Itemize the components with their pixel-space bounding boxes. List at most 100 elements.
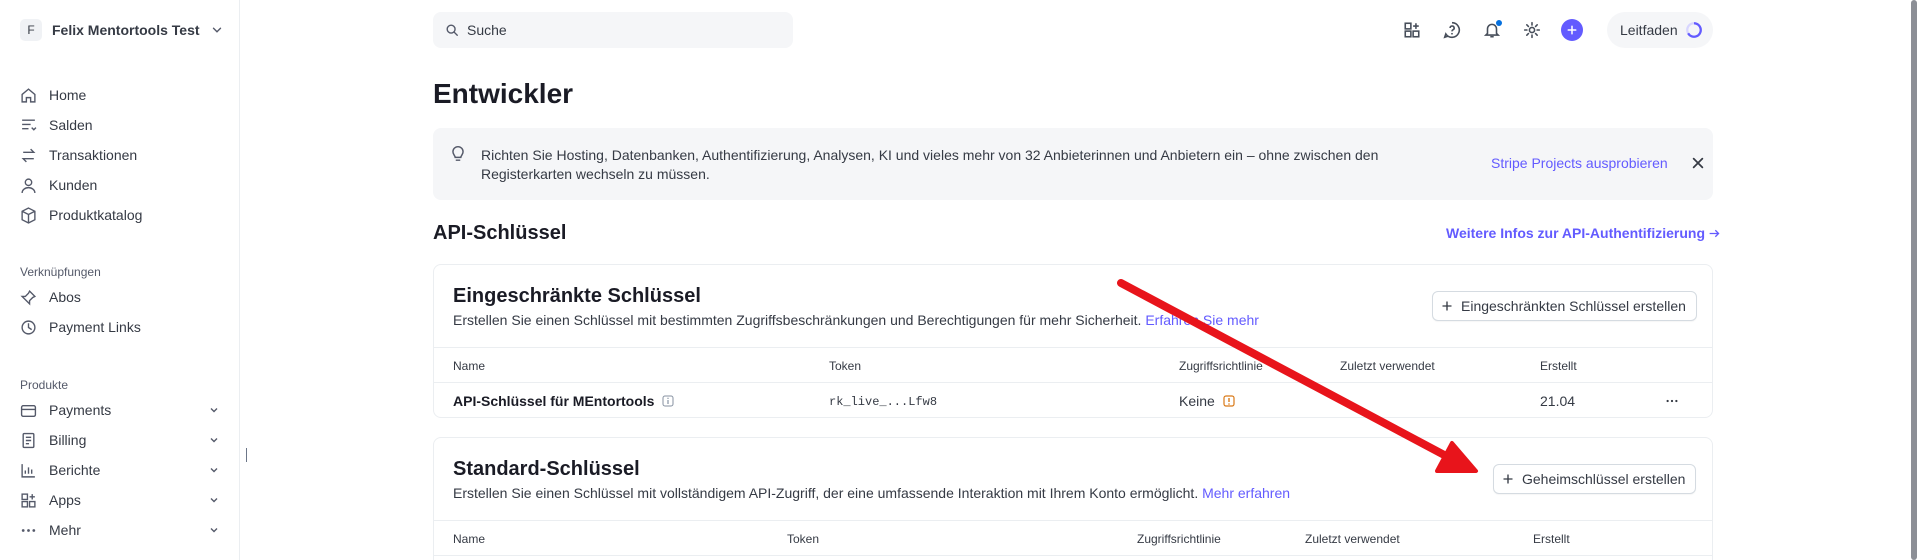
settings-button[interactable] [1520,18,1544,42]
sidebar-item-apps[interactable]: Apps [20,485,220,515]
arrow-right-icon [1709,229,1720,237]
more-horizontal-icon [1666,399,1678,403]
created-cell: 21.04 [1540,393,1576,409]
clock-icon [21,319,36,335]
promo-banner: Richten Sie Hosting, Datenbanken, Authen… [433,128,1713,200]
column-header-last-used[interactable]: Zuletzt verwendet [1305,532,1400,546]
more-dots-icon [21,528,36,532]
sidebar-item-label: Salden [49,117,93,133]
chevron-down-icon [210,498,218,503]
learn-more-link[interactable]: Erfahren Sie mehr [1145,312,1259,328]
products-nav: Produkte Payments Billing Berichte Apps … [20,375,220,545]
sidebar-item-label: Abos [49,289,81,305]
account-name: Felix Mentortools Test [52,22,200,38]
reports-icon [21,463,35,478]
sidebar-item-label: Apps [49,492,81,508]
sidebar-item-label: Payments [49,402,112,418]
product-catalog-icon [21,206,36,224]
card-title: Eingeschränkte Schlüssel [453,285,701,307]
scrollbar-thumb[interactable] [1911,0,1917,560]
chevron-down-icon [210,438,218,443]
sidebar: F Felix Mentortools Test Home Salden Tra… [0,0,240,560]
plus-icon [1503,474,1513,484]
policy-cell: Keine [1179,393,1235,409]
apps-icon [21,492,36,508]
table-header: Name Token Zugriffsrichtlinie Zuletzt ve… [434,347,1712,383]
card-description-text: Erstellen Sie einen Schlüssel mit vollst… [453,485,1199,501]
create-button[interactable] [1560,18,1584,42]
sidebar-item-mehr[interactable]: Mehr [20,515,220,545]
info-icon[interactable] [662,395,674,407]
create-restricted-key-button[interactable]: Eingeschränkten Schlüssel erstellen [1432,291,1697,321]
payments-icon [20,404,37,417]
sidebar-item-kunden[interactable]: Kunden [20,170,220,200]
help-button[interactable] [1440,18,1464,42]
column-header-policy[interactable]: Zugriffsrichtlinie [1137,532,1221,546]
help-icon [1443,21,1461,39]
row-actions-button[interactable] [1662,391,1682,411]
sidebar-item-salden[interactable]: Salden [20,110,220,140]
close-icon[interactable] [1691,156,1705,170]
sidebar-item-produktkatalog[interactable]: Produktkatalog [20,200,220,230]
api-auth-link[interactable]: Weitere Infos zur API-Authentifizierung [1446,225,1721,241]
card-title: Standard-Schlüssel [453,458,640,480]
column-header-token[interactable]: Token [829,359,861,373]
sidebar-item-label: Produktkatalog [49,207,143,223]
chevron-down-icon [210,468,218,473]
sidebar-item-billing[interactable]: Billing [20,425,220,455]
column-header-created[interactable]: Erstellt [1540,359,1577,373]
button-label: Eingeschränkten Schlüssel erstellen [1461,298,1686,314]
plus-icon [1442,301,1452,311]
create-plus-icon [1561,19,1583,41]
create-secret-key-button[interactable]: Geheimschlüssel erstellen [1493,464,1697,494]
sidebar-item-label: Mehr [49,522,81,538]
sidebar-item-label: Kunden [49,177,98,193]
learn-more-link[interactable]: Mehr erfahren [1202,485,1290,501]
sidebar-item-label: Billing [49,432,87,448]
sidebar-item-abos[interactable]: Abos [20,282,220,312]
sidebar-item-label: Home [49,87,87,103]
section-label-products: Produkte [20,378,69,392]
notifications-button[interactable] [1480,18,1504,42]
section-title-api-keys: API-Schlüssel [433,222,567,244]
table-row[interactable]: API-Schlüssel für MEntortools rk_live_..… [434,383,1712,417]
sidebar-item-payment-links[interactable]: Payment Links [20,312,220,342]
banner-text: Richten Sie Hosting, Datenbanken, Authen… [481,147,1379,182]
lightbulb-icon [452,146,464,161]
sidebar-item-home[interactable]: Home [20,80,220,110]
sidebar-resize-handle[interactable] [246,448,247,462]
column-header-created[interactable]: Erstellt [1533,532,1570,546]
shortcuts-nav: Verknüpfungen Abos Payment Links [20,262,220,342]
search-input[interactable] [467,22,767,38]
page-title: Entwickler [433,78,574,109]
column-header-name[interactable]: Name [453,532,485,546]
key-name-cell: API-Schlüssel für MEntortools [453,393,674,409]
main-nav: Home Salden Transaktionen Kunden Produkt… [20,80,220,230]
search-bar[interactable] [433,12,793,48]
column-header-last-used[interactable]: Zuletzt verwendet [1340,359,1435,373]
search-icon [446,24,458,36]
guide-button[interactable]: Leitfaden [1607,12,1713,48]
sidebar-item-transaktionen[interactable]: Transaktionen [20,140,220,170]
section-label-shortcuts: Verknüpfungen [20,265,101,279]
key-name: API-Schlüssel für MEntortools [453,393,655,409]
chevron-down-icon [210,528,218,533]
chevron-down-icon [210,408,218,413]
apps-grid-button[interactable] [1400,18,1424,42]
token-cell[interactable]: rk_live_...Lfw8 [829,395,937,409]
customers-icon [21,177,36,193]
account-switcher[interactable]: F Felix Mentortools Test [20,18,224,42]
account-avatar: F [20,19,42,41]
progress-ring-icon [1686,22,1702,38]
sidebar-item-berichte[interactable]: Berichte [20,455,220,485]
banner-link[interactable]: Stripe Projects ausprobieren [1491,155,1668,171]
sidebar-item-payments[interactable]: Payments [20,395,220,425]
column-header-name[interactable]: Name [453,359,485,373]
column-header-policy[interactable]: Zugriffsrichtlinie [1179,359,1263,373]
guide-label: Leitfaden [1620,22,1678,38]
balances-icon [22,118,37,131]
sidebar-item-label: Payment Links [49,319,141,335]
transactions-icon [21,148,36,162]
column-header-token[interactable]: Token [787,532,819,546]
warning-icon[interactable] [1223,395,1235,407]
